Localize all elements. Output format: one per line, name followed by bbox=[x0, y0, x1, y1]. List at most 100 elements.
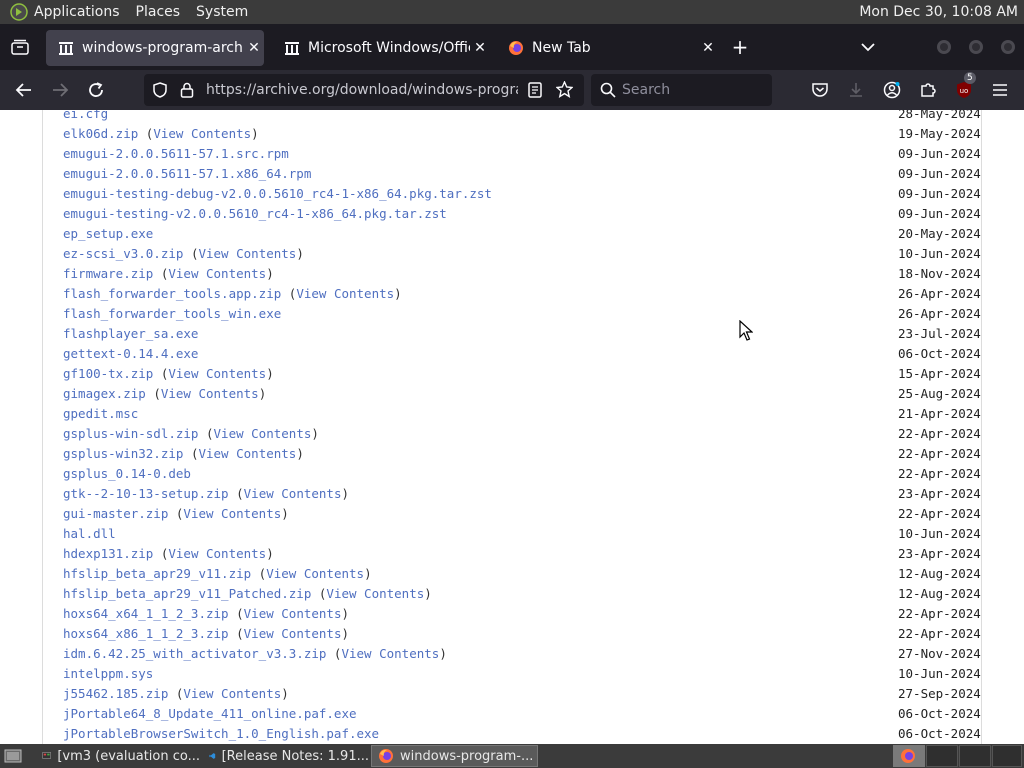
tab-microsoft-windows-office[interactable]: Microsoft Windows/Office A ✕ bbox=[272, 30, 490, 66]
file-row: intelppm.sys 10-Jun-2024 bbox=[63, 664, 983, 684]
view-contents-link[interactable]: View Contents bbox=[168, 366, 266, 381]
file-link[interactable]: gimagex.zip bbox=[63, 386, 146, 401]
file-link[interactable]: emugui-2.0.0.5611-57.1.src.rpm bbox=[63, 146, 289, 161]
file-link[interactable]: flash_forwarder_tools.app.zip bbox=[63, 286, 281, 301]
url-bar[interactable]: https://archive.org/download/windows-pro… bbox=[144, 74, 584, 106]
app-menu-button[interactable] bbox=[986, 76, 1014, 104]
file-link[interactable]: idm.6.42.25_with_activator_v3.3.zip bbox=[63, 646, 326, 661]
tab-title: New Tab bbox=[532, 40, 591, 56]
file-link[interactable]: hfslip_beta_apr29_v11.zip bbox=[63, 566, 251, 581]
bookmark-star-icon[interactable] bbox=[556, 81, 573, 98]
paren-close: ) bbox=[266, 546, 274, 561]
paren-open: ( bbox=[326, 646, 342, 661]
file-link[interactable]: gf100-tx.zip bbox=[63, 366, 153, 381]
applications-menu[interactable]: Applications bbox=[34, 4, 120, 20]
new-tab-button[interactable]: + bbox=[726, 33, 754, 61]
close-tab-icon[interactable]: ✕ bbox=[698, 40, 718, 56]
file-date: 26-Apr-2024 bbox=[898, 286, 981, 301]
taskbar-item-vm3[interactable]: [vm3 (evaluation co... bbox=[36, 745, 200, 767]
file-link[interactable]: jPortableBrowserSwitch_1.0_English.paf.e… bbox=[63, 726, 379, 741]
file-link[interactable]: ei.cfg bbox=[63, 110, 108, 121]
file-link[interactable]: hal.dll bbox=[63, 526, 116, 541]
workspace-switcher-1[interactable] bbox=[893, 745, 925, 767]
view-contents-link[interactable]: View Contents bbox=[198, 246, 296, 261]
file-row: gimagex.zip (View Contents) 25-Aug-2024 bbox=[63, 384, 983, 404]
file-link[interactable]: flashplayer_sa.exe bbox=[63, 326, 198, 341]
workspace-switcher-4[interactable] bbox=[992, 745, 1022, 767]
file-link[interactable]: emugui-testing-debug-v2.0.0.5610_rc4-1-x… bbox=[63, 186, 492, 201]
tab-new-tab[interactable]: New Tab ✕ bbox=[496, 30, 718, 66]
minimize-window-button[interactable] bbox=[930, 33, 958, 61]
maximize-window-button[interactable] bbox=[962, 33, 990, 61]
view-contents-link[interactable]: View Contents bbox=[168, 266, 266, 281]
forward-button[interactable] bbox=[46, 76, 74, 104]
file-link[interactable]: firmware.zip bbox=[63, 266, 153, 281]
close-tab-icon[interactable]: ✕ bbox=[470, 40, 490, 56]
url-text[interactable]: https://archive.org/download/windows-pro… bbox=[206, 82, 518, 98]
view-contents-link[interactable]: View Contents bbox=[153, 126, 251, 141]
view-contents-link[interactable]: View Contents bbox=[244, 626, 342, 641]
file-link[interactable]: gsplus-win32.zip bbox=[63, 446, 183, 461]
close-window-button[interactable] bbox=[994, 33, 1022, 61]
back-button[interactable] bbox=[10, 76, 38, 104]
file-date: 26-Apr-2024 bbox=[898, 306, 981, 321]
view-contents-link[interactable]: View Contents bbox=[296, 286, 394, 301]
file-link[interactable]: gui-master.zip bbox=[63, 506, 168, 521]
view-contents-link[interactable]: View Contents bbox=[161, 386, 259, 401]
list-all-tabs-button[interactable] bbox=[854, 33, 882, 61]
paren-open: ( bbox=[153, 366, 169, 381]
view-contents-link[interactable]: View Contents bbox=[183, 506, 281, 521]
applications-menu-icon[interactable] bbox=[10, 3, 28, 21]
file-link[interactable]: ez-scsi_v3.0.zip bbox=[63, 246, 183, 261]
reader-view-icon[interactable] bbox=[528, 82, 542, 98]
view-contents-link[interactable]: View Contents bbox=[244, 606, 342, 621]
file-link[interactable]: gtk--2-10-13-setup.zip bbox=[63, 486, 229, 501]
ublock-origin-button[interactable]: uo 5 bbox=[950, 72, 978, 104]
file-link[interactable]: hoxs64_x64_1_1_2_3.zip bbox=[63, 606, 229, 621]
file-link[interactable]: flash_forwarder_tools_win.exe bbox=[63, 306, 281, 321]
file-link[interactable]: gsplus_0.14-0.deb bbox=[63, 466, 191, 481]
view-contents-link[interactable]: View Contents bbox=[214, 426, 312, 441]
search-field[interactable]: Search bbox=[591, 74, 772, 106]
extensions-button[interactable] bbox=[914, 76, 942, 104]
file-link[interactable]: hdexp131.zip bbox=[63, 546, 153, 561]
workspace-switcher-3[interactable] bbox=[959, 745, 991, 767]
file-link[interactable]: j55462.185.zip bbox=[63, 686, 168, 701]
pocket-button[interactable] bbox=[806, 76, 834, 104]
places-menu[interactable]: Places bbox=[136, 4, 181, 20]
show-desktop-button[interactable] bbox=[2, 745, 24, 767]
reload-button[interactable] bbox=[82, 76, 110, 104]
view-contents-link[interactable]: View Contents bbox=[198, 446, 296, 461]
view-contents-link[interactable]: View Contents bbox=[183, 686, 281, 701]
taskbar-item-firefox[interactable]: windows-program-... bbox=[371, 745, 538, 767]
taskbar-item-release-notes[interactable]: [Release Notes: 1.91... bbox=[203, 745, 369, 767]
file-link[interactable]: intelppm.sys bbox=[63, 666, 153, 681]
file-link[interactable]: elk06d.zip bbox=[63, 126, 138, 141]
file-date: 22-Apr-2024 bbox=[898, 606, 981, 621]
view-contents-link[interactable]: View Contents bbox=[266, 566, 364, 581]
firefox-view-button[interactable] bbox=[6, 33, 34, 61]
paren-open: ( bbox=[183, 446, 199, 461]
account-button[interactable] bbox=[878, 76, 906, 104]
system-menu[interactable]: System bbox=[196, 4, 248, 20]
workspace-switcher-2[interactable] bbox=[926, 745, 958, 767]
view-contents-link[interactable]: View Contents bbox=[326, 586, 424, 601]
file-link[interactable]: hfslip_beta_apr29_v11_Patched.zip bbox=[63, 586, 311, 601]
file-link[interactable]: emugui-testing-v2.0.0.5610_rc4-1-x86_64.… bbox=[63, 206, 447, 221]
tab-windows-program-archive[interactable]: windows-program-archive ✕ bbox=[46, 30, 264, 66]
view-contents-link[interactable]: View Contents bbox=[168, 546, 266, 561]
clock[interactable]: Mon Dec 30, 10:08 AM bbox=[859, 4, 1018, 20]
downloads-button[interactable] bbox=[842, 76, 870, 104]
file-link[interactable]: jPortable64_8_Update_411_online.paf.exe bbox=[63, 706, 357, 721]
shield-icon[interactable] bbox=[152, 82, 168, 98]
file-link[interactable]: gsplus-win-sdl.zip bbox=[63, 426, 198, 441]
close-tab-icon[interactable]: ✕ bbox=[244, 40, 264, 56]
file-link[interactable]: emugui-2.0.0.5611-57.1.x86_64.rpm bbox=[63, 166, 311, 181]
file-link[interactable]: ep_setup.exe bbox=[63, 226, 153, 241]
lock-icon[interactable] bbox=[180, 82, 194, 98]
file-link[interactable]: hoxs64_x86_1_1_2_3.zip bbox=[63, 626, 229, 641]
view-contents-link[interactable]: View Contents bbox=[341, 646, 439, 661]
file-link[interactable]: gettext-0.14.4.exe bbox=[63, 346, 198, 361]
view-contents-link[interactable]: View Contents bbox=[244, 486, 342, 501]
file-link[interactable]: gpedit.msc bbox=[63, 406, 138, 421]
